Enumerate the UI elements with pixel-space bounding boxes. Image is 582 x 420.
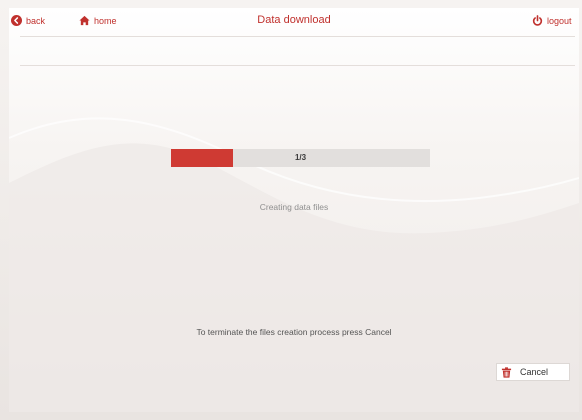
logout-link[interactable]: logout — [532, 15, 572, 26]
progress-bar: 1/3 — [171, 149, 430, 167]
top-bar: back home Data download logout — [9, 8, 579, 36]
header-divider — [20, 36, 575, 37]
main-panel: back home Data download logout 1/3 Creat… — [9, 8, 579, 412]
page-title: Data download — [257, 14, 331, 26]
status-text: Creating data files — [259, 202, 329, 212]
app-frame: back home Data download logout 1/3 Creat… — [0, 0, 582, 420]
cancel-label: Cancel — [520, 367, 549, 377]
cancel-button[interactable]: Cancel — [496, 363, 570, 381]
trash-icon — [501, 366, 512, 378]
logout-label: logout — [547, 15, 572, 26]
subheader-divider — [20, 65, 575, 66]
cancel-instruction: To terminate the files creation process … — [196, 327, 392, 337]
progress-step-label: 1/3 — [294, 153, 307, 162]
power-icon — [532, 15, 543, 26]
